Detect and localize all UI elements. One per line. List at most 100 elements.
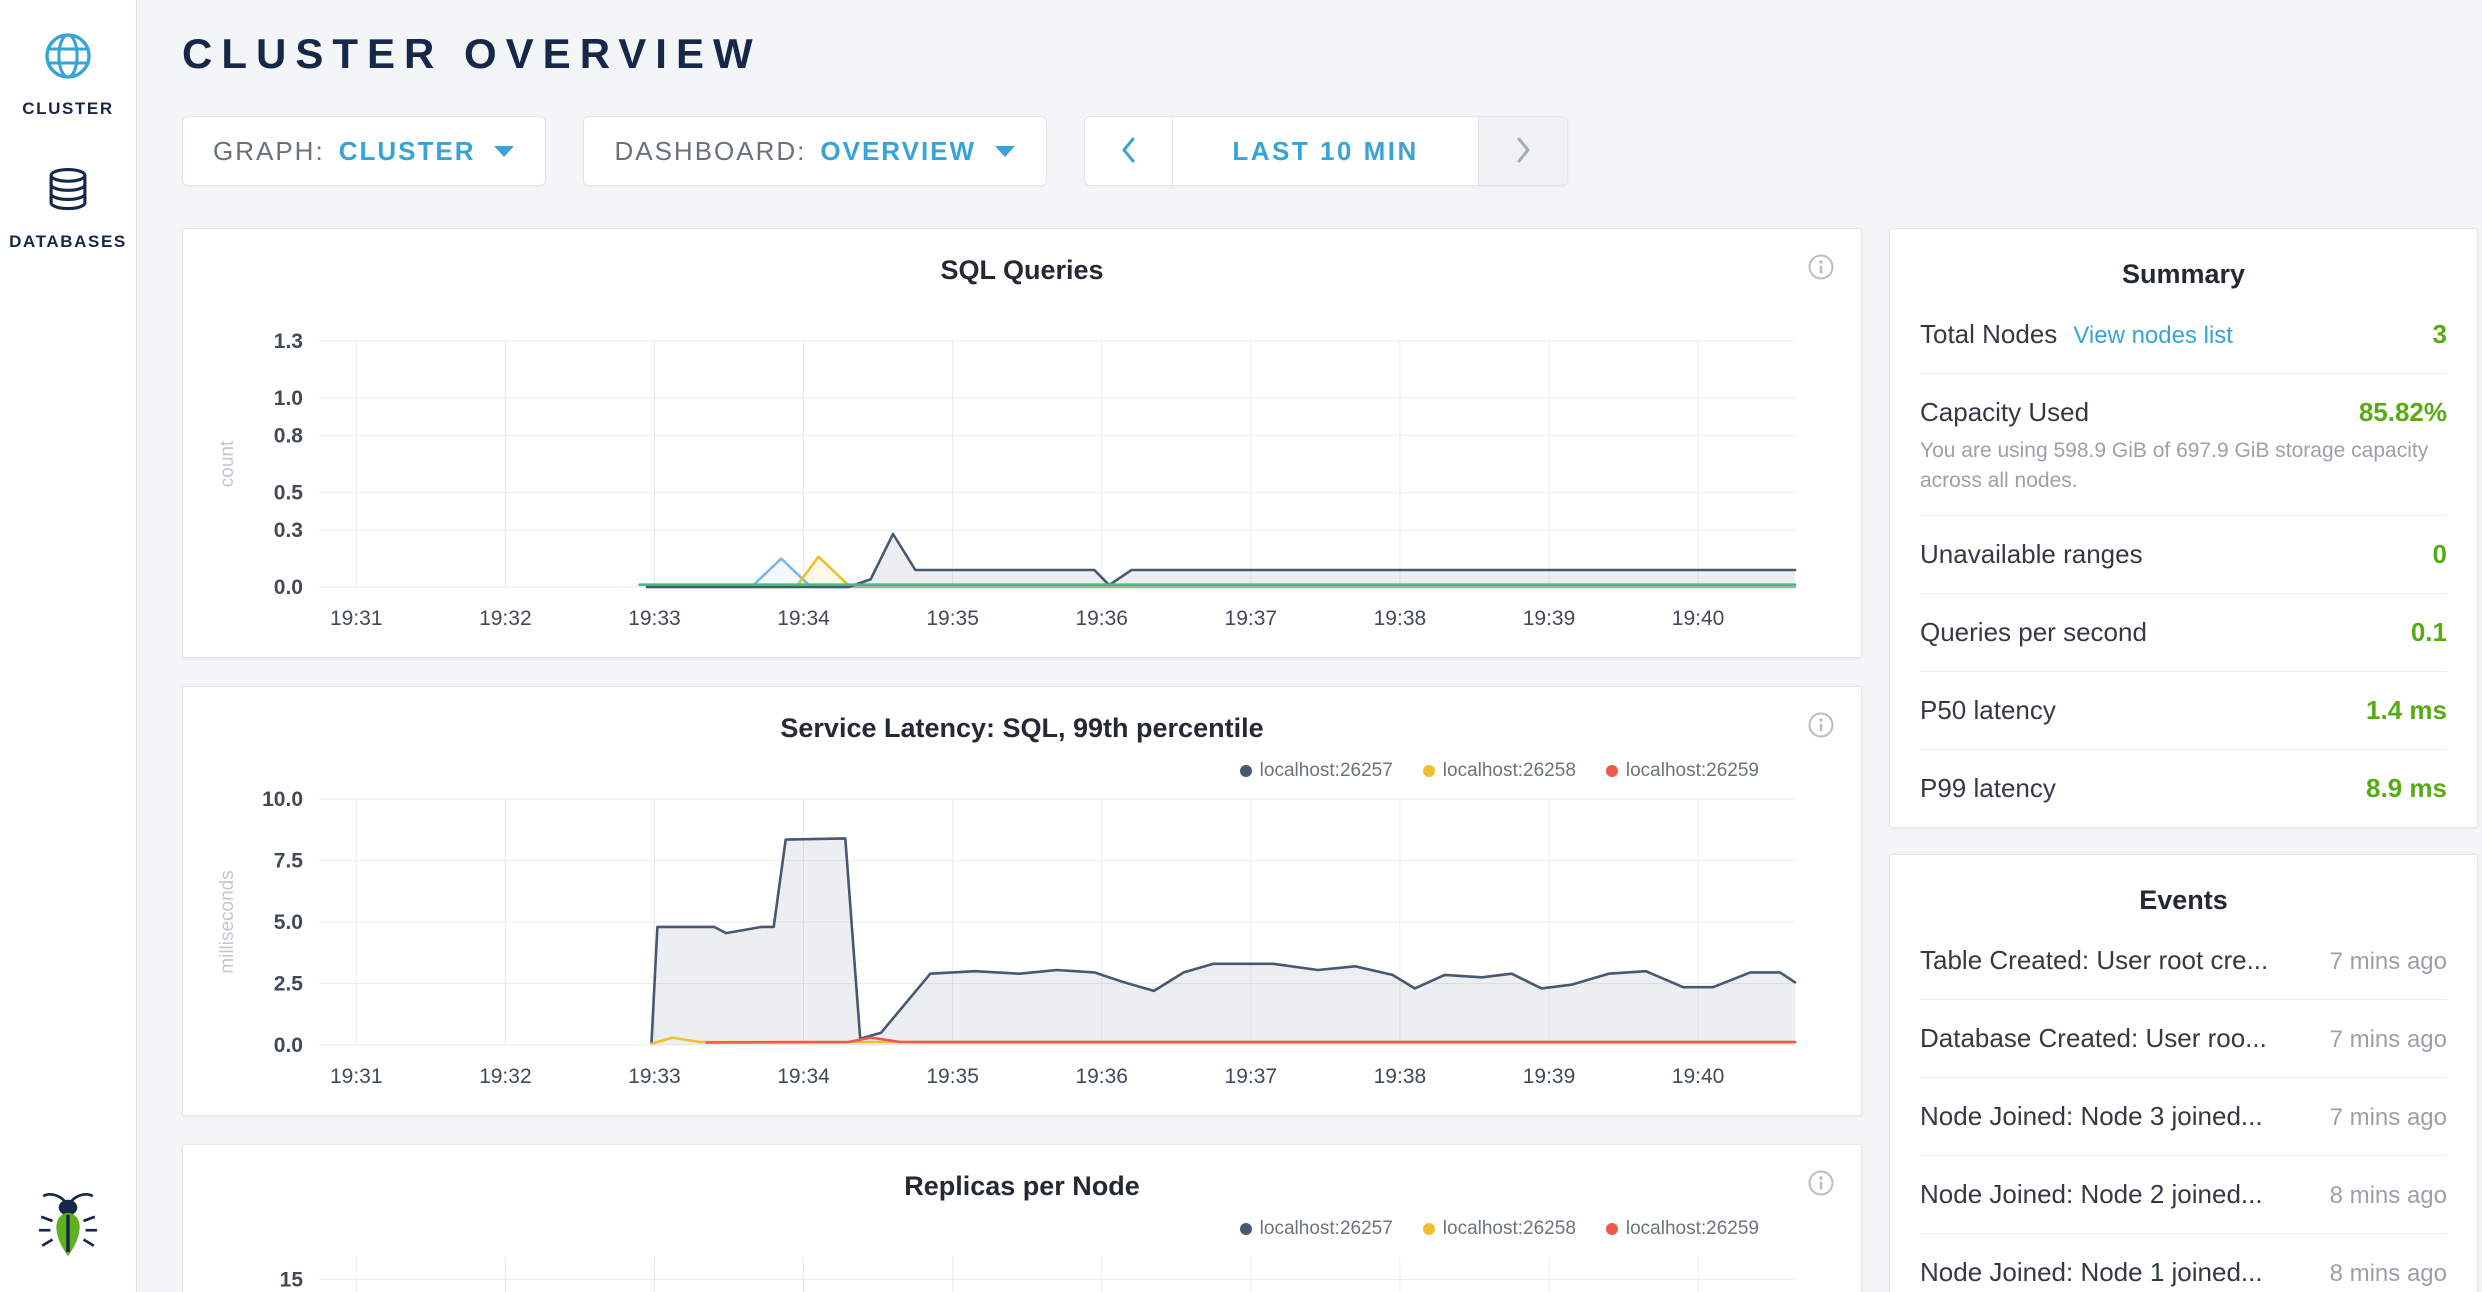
chart-legend	[207, 297, 1837, 329]
legend-item[interactable]: localhost:26259	[1606, 760, 1759, 782]
chart-card-service-latency: Service Latency: SQL, 99th percentile lo…	[182, 686, 1862, 1116]
chevron-right-icon	[1513, 134, 1533, 169]
svg-text:19:34: 19:34	[777, 1065, 830, 1088]
legend-item[interactable]: localhost:26258	[1423, 1218, 1576, 1240]
event-time: 7 mins ago	[2330, 1026, 2447, 1054]
dashboard-dropdown-label: DASHBOARD:	[614, 136, 806, 167]
time-range-button[interactable]: LAST 10 MIN	[1173, 117, 1479, 185]
legend-item[interactable]: localhost:26257	[1240, 760, 1393, 782]
event-row[interactable]: Node Joined: Node 3 joined... 7 mins ago	[1920, 1078, 2447, 1156]
legend-label: localhost:26257	[1260, 760, 1393, 782]
legend-label: localhost:26259	[1626, 760, 1759, 782]
svg-text:19:32: 19:32	[479, 607, 532, 630]
info-icon[interactable]	[1807, 253, 1835, 286]
event-row[interactable]: Database Created: User roo... 7 mins ago	[1920, 1000, 2447, 1078]
globe-icon	[40, 28, 96, 89]
svg-text:19:31: 19:31	[330, 607, 383, 630]
svg-text:7.5: 7.5	[274, 850, 304, 873]
chevron-down-icon	[994, 145, 1016, 158]
legend-item[interactable]: localhost:26257	[1240, 1218, 1393, 1240]
summary-row-p99-latency: P99 latency 8.9 ms	[1920, 750, 2447, 827]
svg-text:2.5: 2.5	[274, 973, 304, 996]
event-text: Database Created: User roo...	[1920, 1023, 2267, 1054]
svg-text:19:33: 19:33	[628, 607, 681, 630]
summary-label: Total Nodes	[1920, 319, 2057, 350]
cockroachdb-logo[interactable]	[0, 1185, 136, 1266]
app-root: CLUSTER DATABASES	[0, 0, 2482, 1292]
graph-dropdown-value: CLUSTER	[339, 136, 476, 167]
chevron-down-icon	[493, 145, 515, 158]
svg-text:0.8: 0.8	[274, 425, 304, 448]
svg-text:19:36: 19:36	[1075, 1065, 1128, 1088]
page-title: CLUSTER OVERVIEW	[182, 30, 2478, 78]
event-row[interactable]: Table Created: User root cre... 7 mins a…	[1920, 922, 2447, 1000]
event-text: Node Joined: Node 2 joined...	[1920, 1179, 2263, 1210]
summary-value: 0	[2433, 539, 2447, 570]
svg-text:count: count	[217, 440, 238, 487]
svg-text:19:35: 19:35	[926, 1065, 979, 1088]
summary-row-capacity-used: Capacity Used 85.82% You are using 598.9…	[1920, 374, 2447, 516]
event-time: 7 mins ago	[2330, 1104, 2447, 1132]
svg-text:milliseconds: milliseconds	[217, 870, 238, 973]
event-text: Node Joined: Node 1 joined...	[1920, 1257, 2263, 1288]
summary-row-unavailable-ranges: Unavailable ranges 0	[1920, 516, 2447, 594]
summary-value: 0.1	[2411, 617, 2447, 648]
chart-legend: localhost:26257 localhost:26258 localhost:…	[207, 1213, 1837, 1245]
chart-plot: 19:3119:3219:3319:3419:3519:3619:3719:38…	[207, 787, 1839, 1095]
sidebar-item-databases[interactable]: DATABASES	[0, 119, 136, 252]
svg-text:19:34: 19:34	[777, 607, 830, 630]
event-time: 8 mins ago	[2330, 1182, 2447, 1210]
sidebar-item-cluster[interactable]: CLUSTER	[0, 0, 136, 119]
legend-item[interactable]: localhost:26259	[1606, 1218, 1759, 1240]
svg-text:1.3: 1.3	[274, 330, 303, 353]
time-range-control: LAST 10 MIN	[1084, 116, 1568, 186]
sidebar-item-label: CLUSTER	[0, 99, 136, 119]
chart-title: Service Latency: SQL, 99th percentile	[780, 713, 1263, 743]
svg-text:0.3: 0.3	[274, 519, 303, 542]
legend-item[interactable]: localhost:26258	[1423, 760, 1576, 782]
legend-label: localhost:26257	[1260, 1218, 1393, 1240]
summary-value: 8.9 ms	[2366, 773, 2447, 804]
chart-card-replicas-per-node: Replicas per Node localhost:26257localho…	[182, 1144, 1862, 1292]
svg-text:10.0: 10.0	[262, 788, 303, 811]
event-row[interactable]: Node Joined: Node 1 joined... 8 mins ago	[1920, 1234, 2447, 1292]
info-icon[interactable]	[1807, 711, 1835, 744]
chart-legend: localhost:26257 localhost:26258 localhost:…	[207, 755, 1837, 787]
svg-text:0.0: 0.0	[274, 1034, 303, 1057]
time-next-button[interactable]	[1479, 117, 1567, 185]
time-range-label: LAST 10 MIN	[1232, 136, 1418, 167]
controls-bar: GRAPH: CLUSTER DASHBOARD: OVERVIEW	[182, 116, 2478, 186]
summary-label: P99 latency	[1920, 773, 2056, 804]
summary-row-p50-latency: P50 latency 1.4 ms	[1920, 672, 2447, 750]
time-prev-button[interactable]	[1085, 117, 1173, 185]
event-time: 7 mins ago	[2330, 948, 2447, 976]
svg-text:5.0: 5.0	[274, 911, 303, 934]
graph-dropdown[interactable]: GRAPH: CLUSTER	[182, 116, 546, 186]
legend-dot-icon	[1606, 765, 1618, 777]
event-text: Node Joined: Node 3 joined...	[1920, 1101, 2263, 1132]
svg-text:19:33: 19:33	[628, 1065, 681, 1088]
svg-text:19:37: 19:37	[1225, 607, 1278, 630]
event-row[interactable]: Node Joined: Node 2 joined... 8 mins ago	[1920, 1156, 2447, 1234]
dashboard-dropdown[interactable]: DASHBOARD: OVERVIEW	[583, 116, 1047, 186]
legend-dot-icon	[1606, 1223, 1618, 1235]
summary-value: 1.4 ms	[2366, 695, 2447, 726]
svg-text:15: 15	[280, 1268, 304, 1291]
info-icon[interactable]	[1807, 1169, 1835, 1202]
chart-plot: 19:3119:3219:3319:3419:3519:3619:3719:38…	[207, 1245, 1839, 1292]
dashboard-dropdown-value: OVERVIEW	[820, 136, 976, 167]
summary-row-queries-per-second: Queries per second 0.1	[1920, 594, 2447, 672]
databases-icon	[42, 165, 94, 222]
svg-text:19:40: 19:40	[1672, 607, 1725, 630]
summary-label: Capacity Used	[1920, 397, 2089, 428]
legend-label: localhost:26259	[1626, 1218, 1759, 1240]
chart-card-sql-queries: SQL Queries 19:31 19:32 19:33 19:34 19:35 19:…	[182, 228, 1862, 658]
svg-text:19:35: 19:35	[926, 607, 979, 630]
view-nodes-list-link[interactable]: View nodes list	[2073, 322, 2233, 350]
sidebar: CLUSTER DATABASES	[0, 0, 137, 1292]
side-column: Summary Total Nodes View nodes list 3 Ca…	[1889, 228, 2478, 1292]
summary-row-total-nodes: Total Nodes View nodes list 3	[1920, 296, 2447, 374]
chart-title: SQL Queries	[940, 255, 1103, 285]
svg-text:19:36: 19:36	[1075, 607, 1128, 630]
legend-label: localhost:26258	[1443, 760, 1576, 782]
